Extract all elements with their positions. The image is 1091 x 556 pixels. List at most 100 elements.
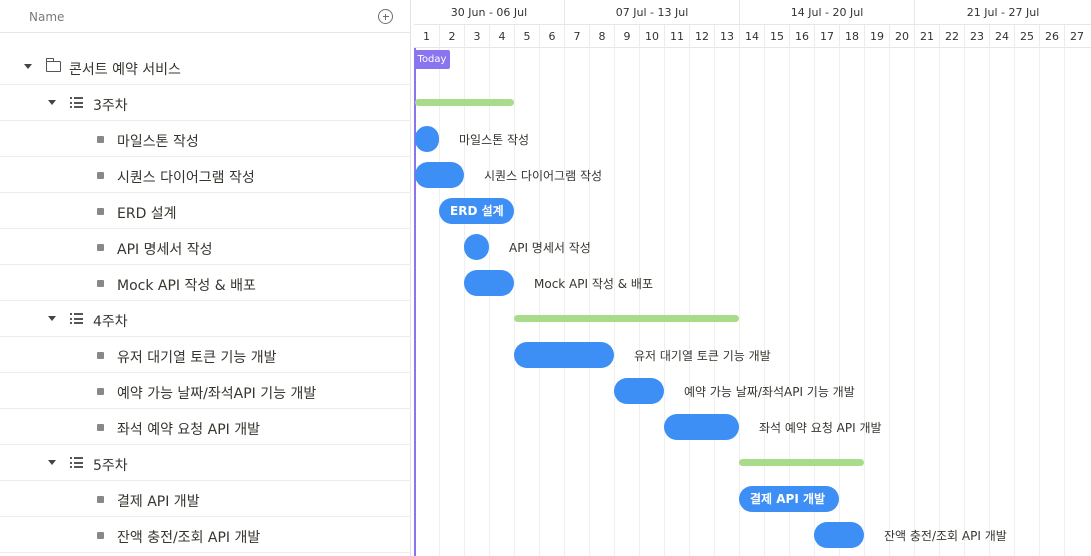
grid-column-line bbox=[914, 48, 915, 556]
task-bar-label: API 명세서 작성 bbox=[509, 241, 591, 255]
grid-column-line bbox=[814, 48, 815, 556]
task-bar[interactable] bbox=[664, 414, 739, 440]
group-bar-4[interactable] bbox=[514, 315, 739, 322]
task-bar[interactable] bbox=[464, 270, 514, 296]
task-label: 잔액 충전/조회 API 개발 bbox=[117, 530, 261, 546]
day-header: 4 bbox=[489, 25, 514, 48]
task-bar[interactable] bbox=[514, 342, 614, 368]
day-header: 24 bbox=[989, 25, 1014, 48]
name-column-header[interactable]: Name bbox=[29, 10, 64, 24]
tree-row-task[interactable]: 마일스톤 작성 bbox=[0, 121, 411, 157]
grid-column-line bbox=[864, 48, 865, 556]
grid-column-line bbox=[564, 48, 565, 556]
chevron-down-icon[interactable] bbox=[48, 316, 56, 321]
task-bar[interactable] bbox=[415, 162, 464, 188]
plus-circle-icon[interactable] bbox=[378, 9, 393, 24]
tree-header: Name bbox=[0, 0, 411, 33]
task-label: 시퀀스 다이어그램 작성 bbox=[117, 170, 255, 186]
day-header: 7 bbox=[564, 25, 589, 48]
tree-row-group[interactable]: 5주차 bbox=[0, 445, 411, 481]
task-bar[interactable] bbox=[464, 234, 489, 260]
grid-column-line bbox=[789, 48, 790, 556]
task-bar[interactable] bbox=[814, 522, 864, 548]
day-header: 11 bbox=[664, 25, 689, 48]
timeline-grid bbox=[414, 48, 1091, 556]
tree-row-task[interactable]: 예약 가능 날짜/좌석API 기능 개발 bbox=[0, 373, 411, 409]
task-label: API 명세서 작성 bbox=[117, 242, 213, 258]
grid-column-line bbox=[1064, 48, 1065, 556]
grid-column-line bbox=[839, 48, 840, 556]
tree-row-task[interactable]: 좌석 예약 요청 API 개발 bbox=[0, 409, 411, 445]
task-bar-label: 마일스톤 작성 bbox=[459, 133, 530, 147]
task-bar[interactable] bbox=[614, 378, 664, 404]
chevron-down-icon[interactable] bbox=[48, 100, 56, 105]
grid-column-line bbox=[439, 48, 440, 556]
day-header: 9 bbox=[614, 25, 639, 48]
day-header: 6 bbox=[539, 25, 564, 48]
tree-row-task[interactable]: 유저 대기열 토큰 기능 개발 bbox=[0, 337, 411, 373]
task-bar-label: 시퀀스 다이어그램 작성 bbox=[484, 169, 603, 183]
task-bullet-icon bbox=[97, 136, 104, 143]
task-bullet-icon bbox=[97, 208, 104, 215]
day-header: 18 bbox=[839, 25, 864, 48]
group-label: 4주차 bbox=[93, 314, 128, 330]
tree-row-task[interactable]: 결제 API 개발 bbox=[0, 481, 411, 517]
task-bar[interactable] bbox=[415, 126, 439, 152]
day-header: 20 bbox=[889, 25, 914, 48]
task-bullet-icon bbox=[97, 388, 104, 395]
task-bar[interactable]: ERD 설계 bbox=[439, 198, 514, 224]
task-bar-label: 예약 가능 날짜/좌석API 기능 개발 bbox=[684, 385, 855, 399]
task-label: 예약 가능 날짜/좌석API 기능 개발 bbox=[117, 386, 317, 402]
grid-column-line bbox=[939, 48, 940, 556]
tree-row-task[interactable]: API 명세서 작성 bbox=[0, 229, 411, 265]
grid-column-line bbox=[764, 48, 765, 556]
task-bar-label: 좌석 예약 요청 API 개발 bbox=[759, 421, 882, 435]
task-tree-panel: Name 콘서트 예약 서비스 3주차 마일스톤 작성 시퀀스 다이어그램 작성… bbox=[0, 0, 411, 556]
day-header-row: 1 2 3 4 5 6 7 8 9 10 11 12 13 14 15 16 17 18 19 20 21 22 23 24 2… bbox=[414, 25, 1091, 48]
tree-row-task[interactable]: Mock API 작성 & 배포 bbox=[0, 265, 411, 301]
day-header: 15 bbox=[764, 25, 789, 48]
project-label: 콘서트 예약 서비스 bbox=[69, 62, 181, 78]
day-header: 17 bbox=[814, 25, 839, 48]
task-bar-label: 잔액 충전/조회 API 개발 bbox=[884, 529, 1007, 543]
grid-column-line bbox=[714, 48, 715, 556]
task-bullet-icon bbox=[97, 424, 104, 431]
week-header: 21 Jul - 27 Jul bbox=[914, 0, 1091, 25]
task-label: 좌석 예약 요청 API 개발 bbox=[117, 422, 260, 438]
chevron-down-icon[interactable] bbox=[48, 460, 56, 465]
tree-row-group[interactable]: 4주차 bbox=[0, 301, 411, 337]
day-header: 8 bbox=[589, 25, 614, 48]
day-header: 22 bbox=[939, 25, 964, 48]
grid-column-line bbox=[689, 48, 690, 556]
grid-column-line bbox=[589, 48, 590, 556]
task-label: 마일스톤 작성 bbox=[117, 134, 199, 150]
chevron-down-icon[interactable] bbox=[24, 64, 32, 69]
grid-column-line bbox=[514, 48, 515, 556]
tree-row-task[interactable]: 잔액 충전/조회 API 개발 bbox=[0, 517, 411, 553]
grid-column-line bbox=[664, 48, 665, 556]
week-header: 30 Jun - 06 Jul bbox=[450, 6, 528, 19]
day-header: 3 bbox=[464, 25, 489, 48]
task-label: ERD 설계 bbox=[117, 206, 177, 222]
tree-row-project[interactable]: 콘서트 예약 서비스 bbox=[0, 49, 411, 85]
task-bar[interactable]: 결제 API 개발 bbox=[739, 486, 839, 512]
task-bullet-icon bbox=[97, 172, 104, 179]
grid-column-line bbox=[1039, 48, 1040, 556]
group-bar-3[interactable] bbox=[415, 99, 514, 106]
day-header: 16 bbox=[789, 25, 814, 48]
today-marker: Today bbox=[414, 50, 450, 69]
week-header-row: 30 Jun - 06 Jul 07 Jul - 13 Jul 14 Jul -… bbox=[414, 0, 1091, 25]
day-header: 27 bbox=[1064, 25, 1089, 48]
tree-row-task[interactable]: 시퀀스 다이어그램 작성 bbox=[0, 157, 411, 193]
tree-row-task[interactable]: ERD 설계 bbox=[0, 193, 411, 229]
day-header: 21 bbox=[914, 25, 939, 48]
tree-row-group[interactable]: 3주차 bbox=[0, 85, 411, 121]
day-header: 5 bbox=[514, 25, 539, 48]
gantt-timeline: 30 Jun - 06 Jul 07 Jul - 13 Jul 14 Jul -… bbox=[414, 0, 1091, 556]
task-label: 유저 대기열 토큰 기능 개발 bbox=[117, 350, 277, 366]
group-bar-5[interactable] bbox=[739, 459, 864, 466]
grid-column-line bbox=[739, 48, 740, 556]
grid-column-line bbox=[964, 48, 965, 556]
day-header: 19 bbox=[864, 25, 889, 48]
week-header: 07 Jul - 13 Jul bbox=[564, 0, 739, 25]
